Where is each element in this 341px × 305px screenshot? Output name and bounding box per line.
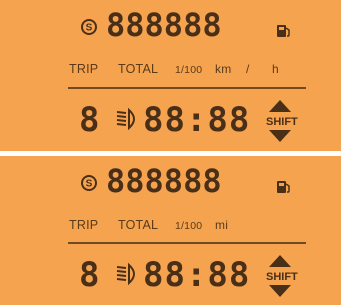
svg-text:S: S — [86, 179, 93, 190]
shift-up-arrow-icon — [269, 100, 291, 112]
shift-up-arrow-icon — [269, 255, 291, 267]
display-panel-mi: S 888888 TRIP TOTAL 1/100 mi 8 88:88 SHI… — [0, 156, 341, 305]
unit-fraction-label: 1/100 — [175, 64, 203, 76]
time-digits: 88:88 — [143, 255, 251, 295]
fuel-pump-icon — [277, 25, 290, 37]
distance-unit-label: mi — [215, 218, 229, 232]
shift-down-arrow-icon — [269, 285, 291, 297]
total-label: TOTAL — [118, 218, 159, 232]
gear-digit: 8 — [79, 255, 100, 295]
unit-fraction-label: 1/100 — [175, 220, 203, 232]
total-label: TOTAL — [118, 62, 159, 76]
s-icon: S — [81, 19, 97, 35]
fuel-pump-icon — [277, 181, 290, 193]
trip-label: TRIP — [69, 218, 99, 232]
time-digits: 88:88 — [143, 100, 251, 140]
slash-label: / — [246, 62, 250, 76]
headlight-beam-icon — [116, 107, 135, 131]
shift-label: SHIFT — [266, 116, 298, 128]
shift-down-arrow-icon — [269, 130, 291, 142]
gear-time-row: 8 88:88 SHIFT — [0, 251, 341, 301]
shift-label: SHIFT — [266, 271, 298, 283]
unit-labels: TRIP TOTAL 1/100 mi — [0, 218, 341, 238]
separator-line — [68, 242, 306, 244]
shift-indicator: SHIFT — [262, 100, 298, 144]
shift-indicator: SHIFT — [262, 255, 298, 299]
distance-unit-label: km — [215, 62, 232, 76]
odometer-digits: 888888 — [106, 162, 222, 200]
headlight-beam-icon — [116, 262, 135, 286]
gear-digit: 8 — [79, 100, 100, 140]
dashboard-display-sheet: S 888888 TRIP TOTAL 1/100 km / h 8 88:88… — [0, 0, 341, 305]
unit-labels: TRIP TOTAL 1/100 km / h — [0, 62, 341, 82]
separator-line — [68, 87, 306, 89]
svg-text:S: S — [86, 23, 93, 34]
display-panel-km: S 888888 TRIP TOTAL 1/100 km / h 8 88:88… — [0, 0, 341, 151]
gear-time-row: 8 88:88 SHIFT — [0, 96, 341, 146]
hour-unit-label: h — [272, 62, 279, 76]
s-icon: S — [81, 175, 97, 191]
odometer-digits: 888888 — [106, 6, 222, 44]
trip-label: TRIP — [69, 62, 99, 76]
